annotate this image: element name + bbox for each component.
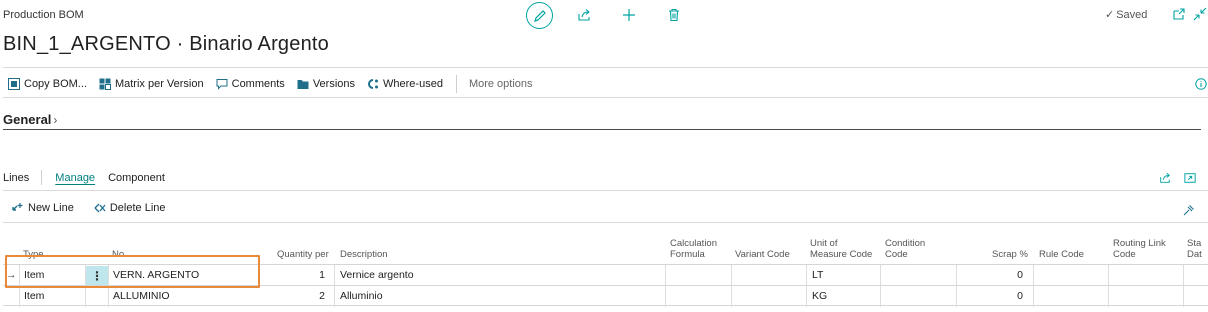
delete-line-button[interactable]: Delete Line	[94, 202, 166, 214]
where-used-button[interactable]: Where-used	[367, 78, 443, 90]
column-header-starting-date[interactable]: Sta Dat	[1187, 238, 1202, 260]
general-section-header[interactable]: General ›	[3, 112, 57, 127]
new-line-icon	[12, 202, 24, 214]
action-separator	[455, 75, 457, 93]
personalize-button[interactable]	[1183, 203, 1195, 221]
header-line-1: Sta	[1187, 238, 1202, 249]
cell-description[interactable]: Vernice argento	[340, 265, 414, 286]
cell-scrap[interactable]: 0	[983, 265, 1023, 286]
lines-expand-button[interactable]	[1184, 171, 1196, 189]
where-used-label: Where-used	[383, 78, 443, 90]
action-bar: Copy BOM... Matrix per Version Comments …	[8, 75, 533, 93]
header-line-2: Code	[1113, 249, 1136, 260]
saved-label: Saved	[1116, 8, 1148, 21]
new-button[interactable]	[620, 6, 638, 24]
comments-label: Comments	[231, 78, 285, 90]
collapse-button[interactable]	[1193, 7, 1207, 26]
share-icon	[578, 9, 590, 21]
cell-unit-of-measure[interactable]: LT	[812, 265, 823, 286]
edit-icon	[533, 9, 546, 22]
versions-button[interactable]: Versions	[297, 78, 355, 90]
cell-type[interactable]: Item	[24, 286, 44, 307]
header-line-1: Unit of	[810, 238, 838, 249]
lines-share-button[interactable]	[1159, 171, 1171, 189]
delete-button[interactable]	[665, 6, 683, 24]
versions-label: Versions	[312, 78, 356, 90]
matrix-per-version-label: Matrix per Version	[114, 78, 204, 90]
header-line-1: Calculation	[670, 238, 717, 249]
lines-action-divider	[3, 222, 1208, 223]
column-header-routing-link-code[interactable]: Routing Link Code	[1113, 238, 1166, 260]
highlight-annotation-box	[5, 255, 260, 288]
collapse-icon	[1193, 7, 1207, 21]
action-bar-divider	[3, 97, 1208, 98]
new-line-button[interactable]: New Line	[12, 202, 74, 214]
share-icon	[1160, 172, 1171, 183]
cell-quantity-per[interactable]: 2	[283, 286, 325, 307]
cell-no[interactable]: ALLUMINIO	[113, 286, 170, 307]
delete-line-label: Delete Line	[109, 202, 166, 214]
where-used-icon	[367, 78, 379, 90]
lines-separator	[41, 170, 43, 185]
cell-scrap[interactable]: 0	[983, 286, 1023, 307]
expand-icon	[1184, 173, 1196, 183]
column-header-quantity-per[interactable]: Quantity per	[277, 249, 329, 260]
info-icon	[1195, 78, 1207, 90]
header-line-2: Measure Code	[810, 249, 873, 260]
personalize-icon	[1183, 205, 1194, 216]
save-status: ✓ Saved	[1105, 8, 1148, 22]
page-title: BIN_1_ARGENTO · Binario Argento	[3, 33, 329, 55]
general-divider	[3, 129, 1201, 130]
column-header-rule-code[interactable]: Rule Code	[1039, 249, 1084, 260]
more-options-button[interactable]: More options	[469, 78, 533, 90]
header-divider	[3, 67, 1208, 68]
tab-manage[interactable]: Manage	[55, 172, 95, 184]
share-button[interactable]	[575, 6, 593, 24]
header-line-1: Condition	[885, 238, 926, 249]
cell-description[interactable]: Alluminio	[340, 286, 383, 307]
page-toolbar	[526, 0, 683, 30]
column-header-description[interactable]: Description	[340, 249, 388, 260]
add-icon	[623, 9, 635, 21]
versions-icon	[297, 78, 309, 90]
lines-header: Lines Manage Component	[3, 170, 178, 185]
column-header-calculation-formula[interactable]: Calculation Formula	[670, 238, 717, 260]
cell-quantity-per[interactable]: 1	[283, 265, 325, 286]
copy-bom-button[interactable]: Copy BOM...	[8, 78, 87, 90]
lines-title: Lines	[3, 171, 30, 184]
page-caption: Production BOM	[3, 9, 84, 21]
check-icon: ✓	[1105, 9, 1115, 21]
column-header-unit-of-measure-code[interactable]: Unit of Measure Code	[810, 238, 872, 260]
header-line-2: Dat	[1187, 249, 1202, 260]
cell-unit-of-measure[interactable]: KG	[812, 286, 827, 307]
comments-icon	[216, 78, 228, 90]
new-line-label: New Line	[28, 202, 74, 214]
tab-component[interactable]: Component	[108, 172, 165, 184]
table-row[interactable]: Item ALLUMINIO 2 Alluminio KG 0	[3, 285, 1208, 307]
copy-bom-icon	[8, 78, 20, 90]
header-line-2: Formula	[670, 249, 705, 260]
lines-action-bar: New Line Delete Line	[12, 202, 186, 214]
column-header-variant-code[interactable]: Variant Code	[735, 249, 790, 260]
column-header-scrap[interactable]: Scrap %	[992, 249, 1028, 260]
matrix-icon	[99, 78, 111, 90]
chevron-right-icon: ›	[53, 112, 58, 127]
column-header-condition-code[interactable]: Condition Code	[885, 238, 925, 260]
header-line-2: Code	[885, 249, 908, 260]
edit-button[interactable]	[526, 2, 553, 29]
delete-icon	[669, 8, 679, 22]
copy-bom-label: Copy BOM...	[24, 78, 87, 90]
open-new-window-button[interactable]	[1172, 7, 1186, 26]
lines-divider	[3, 190, 1208, 191]
header-line-1: Routing Link	[1113, 238, 1166, 249]
matrix-per-version-button[interactable]: Matrix per Version	[99, 78, 204, 90]
open-new-window-icon	[1173, 8, 1185, 20]
info-button[interactable]	[1195, 77, 1207, 95]
delete-line-icon	[94, 202, 106, 214]
comments-button[interactable]: Comments	[216, 78, 285, 90]
general-label: General	[3, 112, 52, 127]
